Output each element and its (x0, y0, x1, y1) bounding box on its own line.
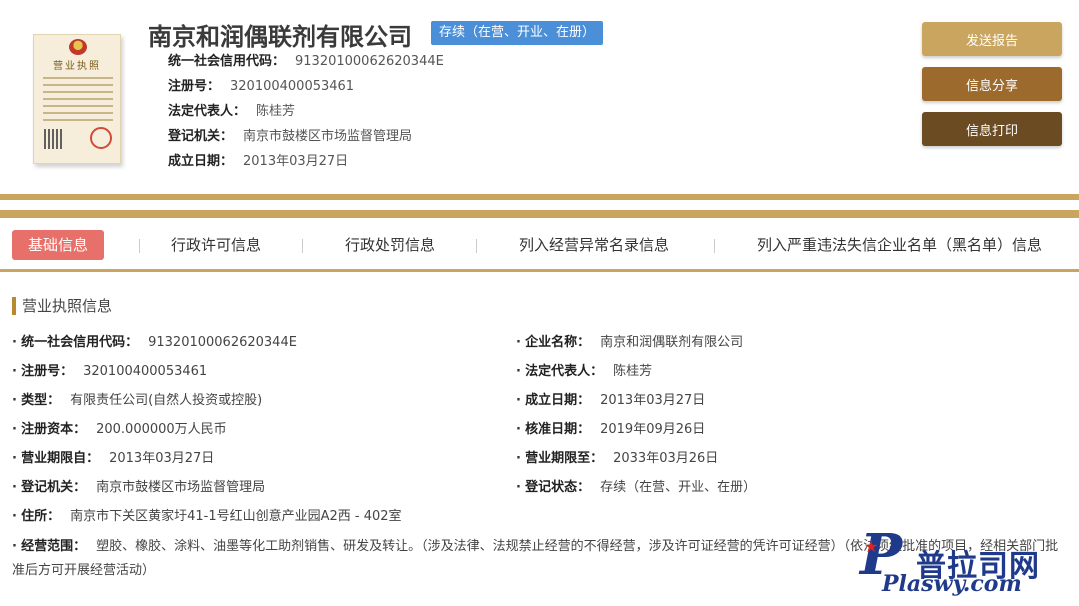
section-title: 营业执照信息 (12, 297, 112, 315)
field-value: 2013年03月27日 (600, 393, 706, 408)
company-name: 南京和润偶联剂有限公司 (148, 23, 412, 51)
header-divider (0, 194, 1079, 200)
tab-separator (476, 239, 477, 253)
field-label: 企业名称： (525, 335, 591, 350)
summary-row-authority: 登记机关： 南京市鼓楼区市场监督管理局 (168, 127, 444, 152)
summary-value: 2013年03月27日 (243, 154, 349, 169)
field-label: 法定代表人： (525, 364, 604, 379)
company-header: 营业执照 南京和润偶联剂有限公司 存续（在营、开业、在册） 统一社会信用代码： 9… (0, 0, 1079, 195)
field-value: 200.000000万人民币 (96, 422, 227, 437)
summary-label: 成立日期： (168, 154, 234, 169)
field-value: 南京市下关区黄家圩41-1号红山创意产业园A2西 - 402室 (70, 509, 402, 524)
official-seal-icon (90, 127, 112, 149)
field-value: 320100400053461 (83, 364, 208, 379)
field-authority: · 登记机关： 南京市鼓楼区市场监督管理局 (12, 480, 266, 495)
field-label: 登记状态： (525, 480, 591, 495)
summary-label: 注册号： (168, 79, 221, 94)
field-label: 住所： (21, 509, 61, 524)
summary-info: 统一社会信用代码： 91320100062620344E 注册号： 32010040… (168, 52, 444, 177)
summary-value: 320100400053461 (230, 79, 355, 94)
summary-label: 登记机关： (168, 129, 234, 144)
field-term-from: · 营业期限自： 2013年03月27日 (12, 451, 215, 466)
field-value: 存续（在营、开业、在册） (600, 480, 757, 495)
qr-code-icon (44, 129, 64, 149)
site-watermark-logo: P ★ 普拉司网 Plaswy.com (860, 527, 1072, 599)
field-label: 成立日期： (525, 393, 591, 408)
field-label: 营业期限自： (21, 451, 100, 466)
status-badge: 存续（在营、开业、在册） (431, 21, 604, 45)
field-legal-rep: · 法定代表人： 陈桂芳 (516, 364, 653, 379)
summary-label: 统一社会信用代码： (168, 54, 286, 69)
field-label: 注册资本： (21, 422, 87, 437)
tab-separator (139, 239, 140, 253)
tab-admin-penalty[interactable]: 行政处罚信息 (345, 230, 435, 260)
field-value: 有限责任公司(自然人投资或控股) (70, 393, 263, 408)
field-value: 南京市鼓楼区市场监督管理局 (96, 480, 266, 495)
summary-label: 法定代表人： (168, 104, 247, 119)
header-divider (0, 210, 1079, 218)
print-info-button[interactable]: 信息打印 (922, 112, 1062, 146)
summary-value: 91320100062620344E (295, 54, 444, 69)
tab-blacklist[interactable]: 列入严重违法失信企业名单（黑名单）信息 (757, 230, 1042, 260)
summary-row-legal-rep: 法定代表人： 陈桂芳 (168, 102, 444, 127)
field-registered-capital: · 注册资本： 200.000000万人民币 (12, 422, 227, 437)
field-label: 营业期限至： (525, 451, 604, 466)
summary-value: 南京市鼓楼区市场监督管理局 (243, 129, 413, 144)
license-title: 营业执照 (53, 61, 101, 72)
summary-value: 陈桂芳 (256, 104, 296, 119)
field-value: 91320100062620344E (148, 335, 297, 350)
field-address: · 住所： 南京市下关区黄家圩41-1号红山创意产业园A2西 - 402室 (12, 509, 402, 524)
watermark-en-text: Plaswy.com (882, 571, 1022, 597)
field-value: 南京和润偶联剂有限公司 (600, 335, 744, 350)
field-label: 类型： (21, 393, 61, 408)
business-license-thumbnail[interactable]: 营业执照 (33, 34, 121, 164)
field-approval-date: · 核准日期： 2019年09月26日 (516, 422, 706, 437)
info-tabs: 基础信息 行政许可信息 行政处罚信息 列入经营异常名录信息 列入严重违法失信企业… (0, 218, 1079, 270)
field-registration-status: · 登记状态： 存续（在营、开业、在册） (516, 480, 757, 495)
share-info-button[interactable]: 信息分享 (922, 67, 1062, 101)
tab-admin-license[interactable]: 行政许可信息 (171, 230, 261, 260)
send-report-button[interactable]: 发送报告 (922, 22, 1062, 56)
license-text-lines (43, 77, 113, 126)
field-label: 登记机关： (21, 480, 87, 495)
national-emblem-icon (69, 39, 87, 55)
summary-row-reg-number: 注册号： 320100400053461 (168, 77, 444, 102)
field-value: 2019年09月26日 (600, 422, 706, 437)
field-label: 核准日期： (525, 422, 591, 437)
field-label: 统一社会信用代码： (21, 335, 139, 350)
summary-row-credit-code: 统一社会信用代码： 91320100062620344E (168, 52, 444, 77)
field-credit-code: · 统一社会信用代码： 91320100062620344E (12, 335, 297, 350)
field-reg-number: · 注册号： 320100400053461 (12, 364, 208, 379)
summary-row-established: 成立日期： 2013年03月27日 (168, 152, 444, 177)
field-value: 2013年03月27日 (109, 451, 215, 466)
star-icon: ★ (864, 537, 879, 556)
tab-basic-info[interactable]: 基础信息 (12, 230, 105, 260)
field-label: 经营范围： (21, 539, 87, 554)
field-company-name: · 企业名称： 南京和润偶联剂有限公司 (516, 335, 744, 350)
field-type: · 类型： 有限责任公司(自然人投资或控股) (12, 393, 263, 408)
tabs-divider (0, 269, 1079, 272)
field-value: 2033年03月26日 (613, 451, 719, 466)
tab-abnormal-operation[interactable]: 列入经营异常名录信息 (519, 230, 669, 260)
field-label: 注册号： (21, 364, 74, 379)
tab-separator (302, 239, 303, 253)
field-established: · 成立日期： 2013年03月27日 (516, 393, 706, 408)
field-term-to: · 营业期限至： 2033年03月26日 (516, 451, 719, 466)
field-value: 陈桂芳 (613, 364, 653, 379)
tab-separator (714, 239, 715, 253)
